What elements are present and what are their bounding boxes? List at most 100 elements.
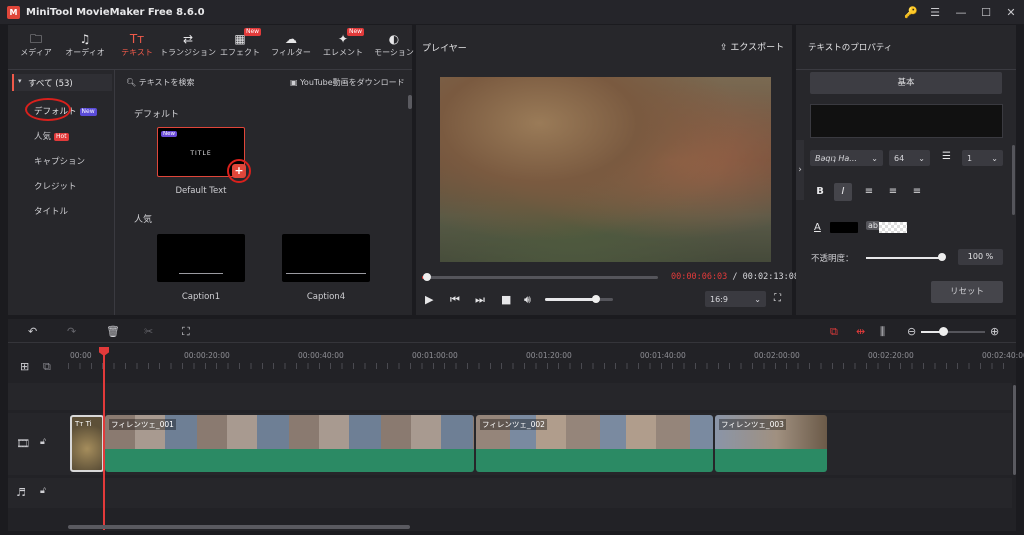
chevron-down-icon: ⌄ bbox=[991, 153, 998, 163]
split-icon[interactable]: ✂ bbox=[144, 325, 153, 338]
lock-icon[interactable]: 🔓︎ bbox=[40, 437, 46, 447]
delete-icon[interactable]: 🗑︎ bbox=[106, 325, 120, 338]
zoom-track[interactable] bbox=[921, 331, 985, 333]
add-track-icon[interactable]: ⊞ bbox=[20, 360, 29, 373]
link-icon[interactable]: ⇹ bbox=[856, 325, 865, 338]
caption-line bbox=[286, 273, 366, 274]
divider bbox=[796, 69, 1016, 70]
text-clip[interactable]: Tт Ti bbox=[70, 415, 104, 472]
align-center-icon[interactable]: ≡ bbox=[886, 186, 900, 197]
caption1-thumb[interactable] bbox=[157, 234, 245, 282]
opacity-value-field[interactable]: 100 % bbox=[958, 249, 1003, 265]
progress-handle[interactable] bbox=[422, 273, 431, 281]
current-time: 00:00:06:03 bbox=[671, 272, 728, 282]
progress-track[interactable] bbox=[422, 276, 658, 279]
add-text-button[interactable]: + bbox=[232, 164, 246, 178]
toolbar-item[interactable]: ☁ フィルター bbox=[263, 31, 319, 71]
export-button[interactable]: ⇪ エクスポート bbox=[720, 40, 784, 53]
toolbar-item[interactable]: ▦ エフェクト New bbox=[212, 28, 268, 71]
snap-icon[interactable]: ⧉ bbox=[830, 325, 838, 339]
clip-audio-bar bbox=[715, 449, 827, 472]
video-clip-1[interactable]: フィレンツェ_001 bbox=[105, 415, 474, 472]
text-color-swatch[interactable] bbox=[830, 222, 858, 233]
font-size-select[interactable]: 64 ⌄ bbox=[889, 150, 930, 166]
undo-icon[interactable]: ↶ bbox=[28, 325, 37, 338]
maximize-icon[interactable]: ☐ bbox=[978, 4, 994, 20]
video-clip-2[interactable]: フィレンツェ_002 bbox=[476, 415, 713, 472]
search-text[interactable]: 🔍︎ テキストを検索 bbox=[126, 77, 194, 88]
volume-track[interactable] bbox=[545, 298, 613, 301]
italic-button[interactable]: I bbox=[836, 186, 850, 197]
toolbar-item[interactable]: ⇄ トランジション bbox=[160, 31, 216, 71]
play-icon[interactable]: ▶ bbox=[425, 293, 433, 306]
time-separator: / bbox=[727, 272, 743, 282]
close-icon[interactable]: ✕ bbox=[1003, 4, 1019, 20]
category-label: キャプション bbox=[34, 157, 86, 167]
copy-track-icon[interactable]: ⧉ bbox=[43, 360, 51, 374]
export-icon: ⇪ bbox=[720, 43, 728, 53]
align-right-icon[interactable]: ≡ bbox=[910, 186, 924, 197]
properties-scrollbar[interactable] bbox=[1012, 145, 1015, 215]
aspect-ratio-select[interactable]: 16:9 ⌄ bbox=[705, 291, 766, 307]
caption4-thumb[interactable] bbox=[282, 234, 370, 282]
timeline-hscrollbar[interactable] bbox=[68, 525, 410, 529]
opacity-handle[interactable] bbox=[938, 253, 946, 261]
line-spacing-value: 1 bbox=[967, 153, 973, 163]
toolbar-item[interactable]: Tт テキスト bbox=[109, 31, 165, 71]
divider bbox=[114, 70, 115, 315]
next-frame-icon[interactable]: ⏭ bbox=[475, 293, 485, 307]
audio-split-icon[interactable]: ⫼ bbox=[880, 325, 885, 339]
toolbar-item[interactable]: ✦ エレメント New bbox=[315, 28, 371, 71]
category-item[interactable]: クレジット bbox=[34, 180, 77, 192]
line-spacing-select[interactable]: 1 ⌄ bbox=[962, 150, 1003, 166]
bold-button[interactable]: B bbox=[813, 186, 827, 197]
bg-color-swatch[interactable] bbox=[879, 222, 907, 233]
category-item[interactable]: キャプション bbox=[34, 155, 85, 167]
text-icon: Tт bbox=[129, 32, 145, 46]
toolbar-item[interactable]: 🗀 メディア bbox=[8, 31, 64, 71]
text-input-area[interactable] bbox=[810, 104, 1003, 138]
font-name: Bǝqıʇ Ha... bbox=[815, 153, 857, 163]
toolbar-item-label: エレメント bbox=[323, 48, 363, 57]
toolbar-item[interactable]: ♫ オーディオ bbox=[57, 31, 113, 71]
zoom-handle[interactable] bbox=[938, 327, 948, 336]
reset-button[interactable]: リセット bbox=[931, 281, 1003, 303]
library-scrollbar[interactable] bbox=[408, 95, 412, 109]
font-size-value: 64 bbox=[894, 153, 905, 163]
category-item[interactable]: タイトル bbox=[34, 205, 68, 217]
lock-icon[interactable]: 🔓︎ bbox=[40, 486, 46, 496]
clip-audio-bar bbox=[476, 449, 713, 472]
toolbar-item-label: オーディオ bbox=[65, 48, 105, 57]
volume-icon[interactable]: 🔊︎ bbox=[524, 293, 531, 307]
font-select[interactable]: Bǝqıʇ Ha... ⌄ bbox=[810, 150, 883, 166]
fullscreen-icon[interactable]: ⛶ bbox=[774, 293, 781, 304]
menu-icon[interactable]: ☰ bbox=[927, 4, 943, 20]
chevron-down-icon: ⌄ bbox=[918, 153, 925, 163]
category-item[interactable]: 人気 Hot bbox=[34, 130, 69, 142]
stop-icon[interactable]: ■ bbox=[501, 293, 511, 306]
opacity-track[interactable] bbox=[866, 257, 942, 259]
playhead[interactable] bbox=[103, 350, 105, 530]
ruler-label: 00:00:40:00 bbox=[298, 351, 344, 360]
timeline-vscrollbar[interactable] bbox=[1013, 385, 1016, 475]
category-all[interactable]: ▾ すべて (53) bbox=[12, 74, 112, 91]
new-badge: New bbox=[244, 28, 262, 36]
key-icon[interactable]: 🔑 bbox=[903, 4, 919, 20]
collapse-arrow-icon[interactable]: › bbox=[796, 140, 804, 200]
zoom-out-icon[interactable]: ⊖ bbox=[907, 325, 916, 338]
toolbar-item[interactable]: ◐ モーション bbox=[366, 31, 422, 71]
ruler-label: 00:02:20:00 bbox=[868, 351, 914, 360]
tab-basic[interactable]: 基本 bbox=[810, 72, 1002, 94]
video-clip-3[interactable]: フィレンツェ_003 bbox=[715, 415, 827, 472]
clip-audio-bar bbox=[105, 449, 474, 472]
zoom-in-icon[interactable]: ⊕ bbox=[990, 325, 999, 338]
redo-icon[interactable]: ↷ bbox=[67, 325, 76, 338]
align-left-icon[interactable]: ≡ bbox=[862, 186, 876, 197]
minimize-icon[interactable]: — bbox=[953, 4, 969, 20]
volume-handle[interactable] bbox=[592, 295, 600, 303]
crop-icon[interactable]: ⛶ bbox=[182, 325, 190, 339]
youtube-download[interactable]: ▣ YouTube動画をダウンロード bbox=[290, 77, 405, 88]
clip-label: フィレンツェ_002 bbox=[480, 419, 547, 430]
prev-frame-icon[interactable]: ⏮ bbox=[450, 293, 460, 307]
ruler-label: 00:01:20:00 bbox=[526, 351, 572, 360]
